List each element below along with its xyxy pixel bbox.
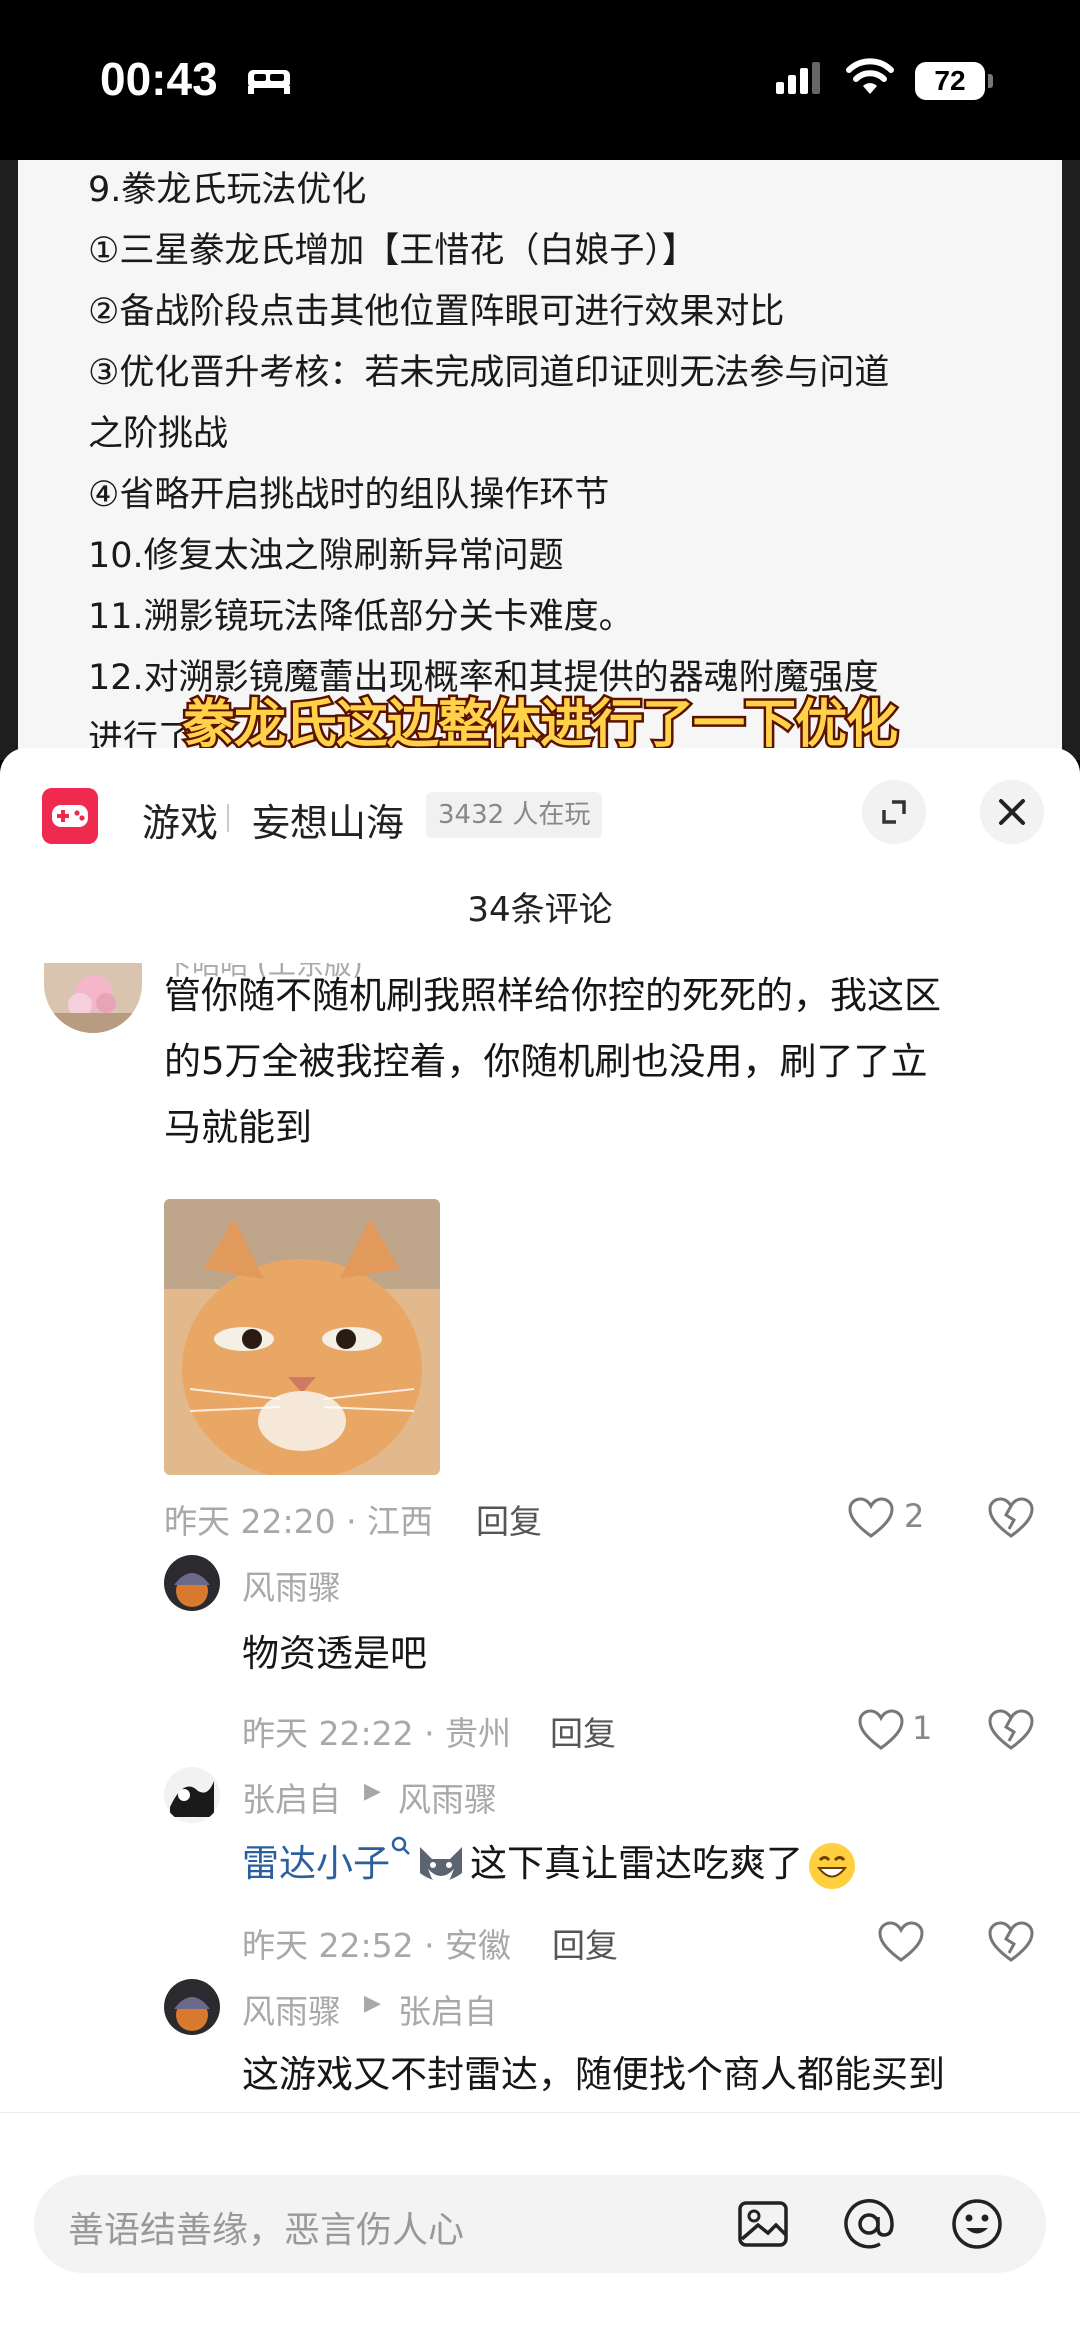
video-frame: 9.豢龙氏玩法优化 ①三星豢龙氏增加【王惜花（白娘子）】 ②备战阶段点击其他位置… bbox=[18, 160, 1062, 760]
game-name[interactable]: 妄想山海 bbox=[252, 792, 404, 847]
divider bbox=[227, 804, 229, 832]
video-subtitle: 豢龙氏这边整体进行了一下优化 bbox=[180, 693, 900, 758]
broken-heart-icon[interactable] bbox=[988, 1921, 1034, 1963]
heart-icon[interactable] bbox=[858, 1709, 904, 1751]
heart-icon[interactable] bbox=[878, 1921, 924, 1963]
comment-line: 管你随不随机刷我照样给你控的死死的，我这区 bbox=[164, 974, 941, 1017]
status-bar: 00:43 72 bbox=[0, 0, 1080, 160]
bed-icon bbox=[248, 70, 290, 94]
comment-line: 的5万全被我控着，你随机刷也没用，刷了了立 bbox=[164, 1040, 928, 1083]
avatar[interactable] bbox=[44, 963, 142, 1033]
avatar[interactable] bbox=[164, 1979, 220, 2035]
reply-meta: 昨天 22:52 · 安徽 bbox=[242, 1926, 512, 1965]
avatar[interactable] bbox=[164, 1767, 220, 1823]
search-icon bbox=[391, 1836, 410, 1855]
battery-level: 72 bbox=[915, 62, 985, 100]
grin-emoji-icon bbox=[809, 1842, 855, 1889]
reply-to-username[interactable]: 风雨骤 bbox=[398, 1773, 497, 1821]
comment-list[interactable]: 卞昭昭 (工东版) 管你随不随机刷我照样给你控的死死的，我这区 的5万全被我控着… bbox=[0, 963, 1080, 2158]
video-line: 之阶挑战 bbox=[88, 414, 229, 454]
reply-username[interactable]: 张启自 bbox=[242, 1773, 341, 1821]
husky-emoji-icon bbox=[420, 1846, 462, 1882]
reply-button[interactable]: 回复 bbox=[550, 1707, 616, 1755]
video-line: ③优化晋升考核：若未完成同道印证则无法参与问道 bbox=[88, 353, 890, 393]
signal-icon bbox=[776, 62, 820, 94]
image-icon[interactable] bbox=[734, 2195, 792, 2253]
game-type-label: 游戏 bbox=[142, 801, 219, 845]
comment-input-bar: 善语结善缘，恶言伤人心 bbox=[0, 2112, 1080, 2342]
reply-username[interactable]: 风雨骤 bbox=[242, 1561, 341, 1609]
close-button[interactable] bbox=[980, 780, 1044, 844]
emoji-icon[interactable] bbox=[948, 2195, 1006, 2253]
reply-username[interactable]: 风雨骤 bbox=[242, 1985, 341, 2033]
battery-tip bbox=[988, 74, 993, 88]
video-notes: 9.豢龙氏玩法优化 ①三星豢龙氏增加【王惜花（白娘子）】 ②备战阶段点击其他位置… bbox=[88, 160, 1048, 760]
comment-meta: 昨天 22:20 · 江西 bbox=[164, 1502, 434, 1541]
video-line: 11.溯影镜玩法降低部分关卡难度。 bbox=[88, 597, 634, 637]
like-count: 1 bbox=[912, 1709, 933, 1747]
reply-line: 这游戏又不封雷达，随便找个商人都能买到 bbox=[242, 2053, 945, 2096]
avatar[interactable] bbox=[164, 1555, 220, 1611]
comments-sheet: 游戏 妄想山海 3432 人在玩 34条评论 卞昭昭 (工东版) 管你随不随机刷… bbox=[0, 748, 1080, 2341]
video-line: 10.修复太浊之隙刷新异常问题 bbox=[88, 536, 564, 576]
status-time: 00:43 bbox=[100, 53, 218, 105]
reply-meta: 昨天 22:22 · 贵州 bbox=[242, 1714, 512, 1753]
broken-heart-icon[interactable] bbox=[988, 1709, 1034, 1751]
broken-heart-icon[interactable] bbox=[988, 1497, 1034, 1539]
like-count: 2 bbox=[904, 1497, 925, 1535]
game-bar[interactable]: 游戏 妄想山海 3432 人在玩 bbox=[0, 748, 1080, 888]
reply-text-body: 这下真让雷达吃爽了 bbox=[470, 1842, 803, 1885]
search-mention-link[interactable]: 雷达小子 bbox=[242, 1842, 390, 1885]
heart-icon[interactable] bbox=[848, 1497, 894, 1539]
reply-to-username[interactable]: 张启自 bbox=[398, 1985, 497, 2033]
game-controller-icon bbox=[42, 788, 98, 844]
at-icon[interactable] bbox=[840, 2195, 898, 2253]
wifi-icon bbox=[846, 58, 894, 94]
comment-image[interactable] bbox=[164, 1199, 440, 1475]
video-line: ④省略开启挑战时的组队操作环节 bbox=[88, 475, 610, 515]
input-placeholder: 善语结善缘，恶言伤人心 bbox=[68, 2210, 465, 2251]
expand-icon bbox=[882, 800, 906, 824]
comments-count-title: 34条评论 bbox=[467, 890, 613, 930]
video-line: 9.豢龙氏玩法优化 bbox=[88, 170, 367, 210]
video-line: ②备战阶段点击其他位置阵眼可进行效果对比 bbox=[88, 292, 785, 332]
video-player[interactable]: 9.豢龙氏玩法优化 ①三星豢龙氏增加【王惜花（白娘子）】 ②备战阶段点击其他位置… bbox=[0, 160, 1080, 760]
reply-button[interactable]: 回复 bbox=[476, 1495, 542, 1543]
close-icon bbox=[999, 799, 1025, 825]
comment-input[interactable]: 善语结善缘，恶言伤人心 bbox=[34, 2175, 1046, 2273]
reply-to-arrow-icon: ▶ bbox=[364, 1991, 381, 2016]
expand-button[interactable] bbox=[862, 780, 926, 844]
reply-text: 雷达小子 这下真让雷达吃爽了 bbox=[242, 1833, 857, 1891]
video-line: ①三星豢龙氏增加【王惜花（白娘子）】 bbox=[88, 231, 697, 271]
player-count-badge: 3432 人在玩 bbox=[426, 792, 603, 838]
reply-text: 物资透是吧 bbox=[242, 1632, 427, 1675]
comment-text: 管你随不随机刷我照样给你控的死死的，我这区 的5万全被我控着，你随机刷也没用，刷… bbox=[164, 963, 941, 1161]
comment-line: 马就能到 bbox=[164, 1106, 312, 1149]
reply-to-arrow-icon: ▶ bbox=[364, 1779, 381, 1804]
reply-button[interactable]: 回复 bbox=[552, 1919, 618, 1967]
